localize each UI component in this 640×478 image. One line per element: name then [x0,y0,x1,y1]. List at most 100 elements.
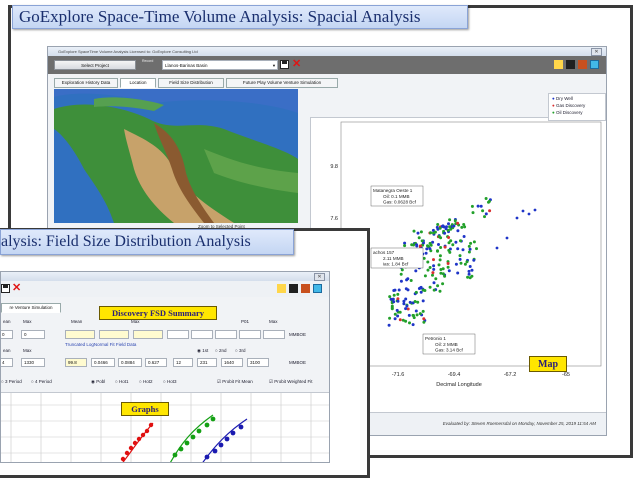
camera-icon[interactable] [566,60,575,69]
window-close-icon[interactable]: ✕ [591,48,602,56]
annotation-text: 2.11 MMB [383,256,404,261]
save-icon[interactable] [280,60,289,69]
row2-field-a[interactable]: 4 [1,358,13,367]
delete-icon[interactable]: ✕ [12,283,21,294]
annotation-text: ias: 1.84 Bcf [383,262,409,267]
well-point [421,299,425,303]
refresh-icon[interactable] [590,60,599,69]
tools-icon[interactable] [301,284,310,293]
x-tick-label: -71.6 [392,372,405,378]
check-probit-mean[interactable]: ☑ Probit Fit Mean [217,379,253,385]
tab-field-size-distribution[interactable]: Field Size Distribution [158,78,224,88]
radio-3rd[interactable]: ○ 3rd [235,348,245,353]
row2-field-b[interactable]: 1330 [21,358,45,367]
refresh-icon[interactable] [313,284,322,293]
graphs-badge[interactable]: Graphs [121,402,169,416]
well-point [487,199,491,203]
header-max-b: Max [131,319,140,324]
row2-field-c[interactable]: 99.8 [65,358,87,367]
well-point [447,248,451,252]
pencil-icon[interactable] [277,284,286,293]
well-point [405,278,409,282]
radio-hot2[interactable]: ○ Hot2 [139,379,152,384]
well-point [392,300,396,304]
well-point [483,215,486,219]
row2-field-e[interactable]: 0.0884 [118,358,142,367]
basin-select[interactable]: Llanos-Barinas Basin ▼ [162,60,278,70]
save-icon[interactable] [1,284,10,293]
delete-icon[interactable]: ✕ [292,59,301,70]
annotation-text: Oil: 2 MMB [435,342,458,347]
well-point [463,262,467,266]
tab-location[interactable]: Location [120,78,156,88]
row1-field-e[interactable] [133,330,163,339]
well-point [456,247,460,251]
well-point [466,275,470,279]
well-point [392,293,396,297]
well-point [458,254,462,258]
fsd-close-icon[interactable]: ✕ [314,273,325,281]
blue-data-point [230,430,236,436]
row1-field-b[interactable]: 0 [21,330,45,339]
well-point [470,274,474,278]
well-point [470,204,474,208]
well-point [405,304,409,308]
row2-field-d[interactable]: 0.0466 [91,358,115,367]
map-badge[interactable]: Map [529,356,567,372]
map-badge-label: Map [538,359,558,370]
row2-field-h[interactable]: 231 [197,358,217,367]
terrain-map[interactable] [54,89,298,223]
row2-field-i[interactable]: 1640 [221,358,243,367]
row1-field-f[interactable] [167,330,189,339]
radio-3-period[interactable]: ○ 3 Period [1,379,22,384]
row1-field-j[interactable] [263,330,285,339]
row2-field-j[interactable]: 3100 [247,358,269,367]
chevron-down-icon[interactable]: ▼ [272,61,276,70]
tab-future-play-volume[interactable]: Future Play Volume Venture Simulation [226,78,338,88]
radio-2nd[interactable]: ○ 2nd [215,348,226,353]
row1-field-h[interactable] [215,330,237,339]
radio-hot1[interactable]: ○ Hot1 [115,379,128,384]
annotation-text: Oil: 0.1 MMB [383,194,410,199]
check-probit-weighted[interactable]: ☑ Probit Weighted Fit [269,379,312,385]
annotation-text: Gas: 3.14 Bcf [435,348,464,353]
fsd-analysis-banner: alysis: Field Size Distribution Analysis [0,229,294,255]
red-data-point [136,436,142,442]
green-data-point [172,452,178,458]
green-data-point [196,428,202,434]
well-point [453,219,457,223]
red-data-point [120,456,126,462]
tab-exploration-history[interactable]: Exploration History Data [54,78,118,88]
well-point [418,244,422,248]
tools-icon[interactable] [578,60,587,69]
camera-icon[interactable] [289,284,298,293]
well-point [414,290,418,294]
plot-legend: ● Dry Well ● Gas Discovery ● Oil Discove… [548,93,606,121]
well-point [468,247,472,251]
radio-1st[interactable]: ◉ 1st [197,348,208,354]
header-max-a: Max [23,319,32,324]
well-point [421,288,425,292]
radio-pobl[interactable]: ◉ Pobl [91,379,105,385]
row1-field-c[interactable] [65,330,95,339]
green-data-point [190,434,196,440]
row1-field-a[interactable]: 0 [1,330,13,339]
well-point [387,323,391,327]
pencil-icon[interactable] [554,60,563,69]
well-point [484,197,488,200]
radio-hot3[interactable]: ○ Hot3 [163,379,176,384]
truncated-fit-label: Truncated LogNormal Fit Field Data [65,342,137,347]
row2-field-f[interactable]: 0.627 [145,358,167,367]
tab-future-venture-simulation[interactable]: re Venture Simulation [1,303,61,313]
select-project-button[interactable]: Select Project [54,60,136,70]
well-point [428,285,432,289]
well-point [495,246,499,250]
row1-field-g[interactable] [191,330,213,339]
row1-field-d[interactable] [99,330,129,339]
well-point [406,307,410,311]
well-point [432,258,435,262]
row1-field-i[interactable] [239,330,261,339]
row2-field-g[interactable]: 12 [173,358,193,367]
well-point [409,279,413,282]
radio-4-period[interactable]: ○ 4 Period [31,379,52,384]
